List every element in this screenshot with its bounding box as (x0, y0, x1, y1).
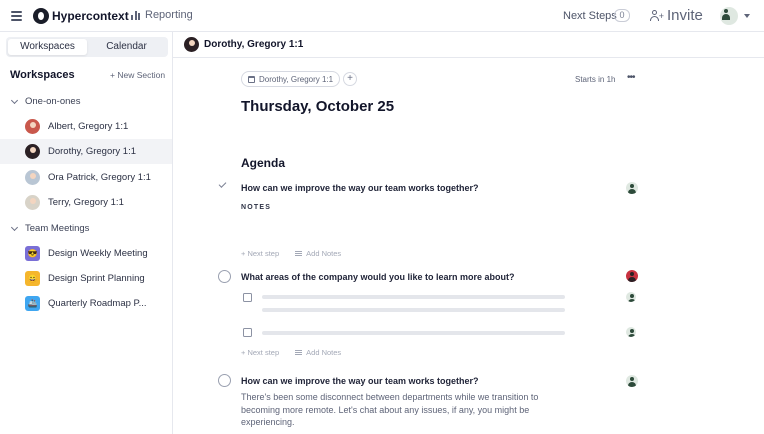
sidebar-item-ora-patrick-gregory[interactable]: Ora Patrick, Gregory 1:1 (0, 165, 172, 190)
group-one-on-ones[interactable]: One-on-ones (10, 96, 81, 107)
add-person-icon: + (650, 9, 664, 22)
sidebar-item-terry-gregory[interactable]: Terry, Gregory 1:1 (0, 190, 172, 215)
group-label: Team Meetings (25, 223, 90, 234)
starts-in-label: Starts in 1h (575, 75, 616, 84)
invite-button[interactable]: + Invite (650, 7, 703, 24)
sidebar-item-dorothy-gregory[interactable]: Dorothy, Gregory 1:1 (0, 139, 172, 164)
group-label: One-on-ones (25, 96, 81, 107)
meeting-chip[interactable]: Dorothy, Gregory 1:1 (241, 71, 341, 87)
next-step-checkbox[interactable] (243, 328, 252, 337)
hypercontext-logo-icon[interactable] (33, 8, 49, 24)
agenda-item-checkbox[interactable] (218, 270, 231, 283)
sidebar-item-label: Quarterly Roadmap P... (48, 298, 147, 309)
assignee-avatar[interactable] (626, 375, 638, 387)
assignee-avatar[interactable] (626, 182, 638, 194)
next-step-checkbox[interactable] (243, 293, 252, 302)
assignee-avatar[interactable] (626, 292, 636, 302)
agenda-item-checkbox[interactable] (218, 374, 231, 387)
avatar (184, 37, 199, 52)
invite-label: Invite (667, 7, 703, 24)
meeting-title: Dorothy, Gregory 1:1 (204, 39, 304, 50)
sidebar-item-quarterly-roadmap[interactable]: 🚢 Quarterly Roadmap P... (0, 291, 172, 316)
agenda-item-description: There's been some disconnect between dep… (241, 392, 539, 427)
tab-workspaces[interactable]: Workspaces (8, 39, 87, 55)
sidebar-item-label: Terry, Gregory 1:1 (48, 197, 124, 208)
calendar-icon (248, 75, 255, 83)
brand-name[interactable]: Hypercontext (52, 9, 129, 23)
add-notes-label: Add Notes (306, 249, 342, 258)
add-chip-button[interactable]: + (343, 72, 357, 86)
reporting-link[interactable]: Reporting (131, 9, 193, 21)
agenda-item-actions: + Next step Add Notes (241, 249, 341, 258)
next-step-button[interactable]: + Next step (241, 249, 279, 258)
next-steps-count-badge: 0 (614, 9, 630, 22)
avatar (25, 119, 40, 134)
new-section-button[interactable]: + New Section (110, 70, 165, 80)
add-notes-button[interactable]: Add Notes (295, 348, 341, 357)
notes-icon (295, 350, 303, 355)
smile-emoji-icon: 😄 (25, 271, 40, 286)
sunglasses-emoji-icon: 😎 (25, 246, 40, 261)
reporting-label: Reporting (145, 9, 193, 21)
avatar (25, 144, 40, 159)
workspaces-heading: Workspaces (10, 69, 75, 81)
checkmark-icon[interactable] (218, 180, 227, 188)
next-step-button[interactable]: + Next step (241, 348, 279, 357)
avatar (25, 195, 40, 210)
top-bar: Hypercontext Reporting Next Steps 0 + In… (0, 0, 764, 32)
next-steps-button[interactable]: Next Steps (563, 10, 617, 22)
tab-calendar[interactable]: Calendar (87, 39, 166, 55)
chevron-down-icon (10, 96, 19, 104)
menu-icon[interactable] (11, 11, 22, 21)
chevron-down-icon[interactable] (744, 14, 750, 18)
user-avatar[interactable] (720, 7, 738, 25)
agenda-item-title[interactable]: What areas of the company would you like… (241, 272, 515, 282)
agenda-item-title[interactable]: How can we improve the way our team work… (241, 183, 479, 193)
bar-chart-icon (131, 10, 140, 20)
sidebar-item-design-sprint-planning[interactable]: 😄 Design Sprint Planning (0, 266, 172, 291)
sidebar-item-label: Design Sprint Planning (48, 273, 145, 284)
agenda-item-actions: + Next step Add Notes (241, 348, 341, 357)
placeholder-line (262, 331, 565, 335)
more-options-icon[interactable]: ••• (627, 72, 635, 83)
sidebar-item-design-weekly-meeting[interactable]: 😎 Design Weekly Meeting (0, 241, 172, 266)
add-notes-button[interactable]: Add Notes (295, 249, 341, 258)
sidebar-tab-switcher: Workspaces Calendar (6, 37, 168, 57)
sidebar-item-label: Dorothy, Gregory 1:1 (48, 146, 137, 157)
sidebar-item-label: Design Weekly Meeting (48, 248, 148, 259)
chevron-down-icon (10, 223, 19, 231)
meeting-header: Dorothy, Gregory 1:1 (173, 32, 764, 58)
agenda-heading: Agenda (241, 156, 286, 170)
notes-label: NOTES (241, 204, 272, 211)
sidebar-item-albert-gregory[interactable]: Albert, Gregory 1:1 (0, 114, 172, 139)
group-team-meetings[interactable]: Team Meetings (10, 223, 90, 234)
meeting-chip-label: Dorothy, Gregory 1:1 (259, 74, 334, 84)
placeholder-line (262, 295, 565, 299)
sidebar: Workspaces Calendar Workspaces + New Sec… (0, 32, 173, 434)
ship-emoji-icon: 🚢 (25, 296, 40, 311)
add-notes-label: Add Notes (306, 348, 342, 357)
agenda-item-title[interactable]: How can we improve the way our team work… (241, 376, 479, 386)
avatar (25, 170, 40, 185)
meeting-date: Thursday, October 25 (241, 98, 395, 115)
assignee-avatar[interactable] (626, 270, 638, 282)
assignee-avatar[interactable] (626, 327, 636, 337)
sidebar-item-label: Albert, Gregory 1:1 (48, 121, 129, 132)
sidebar-item-label: Ora Patrick, Gregory 1:1 (48, 172, 151, 183)
placeholder-line (262, 308, 565, 312)
notes-icon (295, 251, 303, 256)
